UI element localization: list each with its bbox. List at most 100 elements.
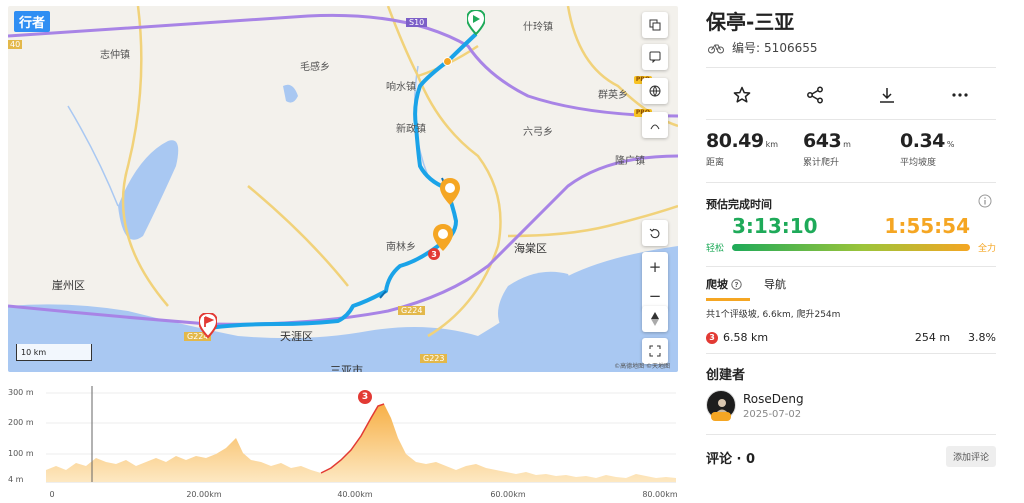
layers-button[interactable] [642,12,668,38]
fullscreen-icon [649,345,661,357]
climb-marker[interactable]: 3 [358,390,372,404]
map-copyright: ©高德地图 ©天地图 [614,363,670,370]
favorite-button[interactable] [729,82,755,108]
place-label: 什玲镇 [523,22,553,33]
tab-label: 爬坡 [706,278,728,291]
place-label: 六弓乡 [523,127,553,138]
divider [706,266,996,267]
route-id-row: 编号: 5106655 [708,39,818,56]
reset-icon [649,228,660,239]
creator-name[interactable]: RoseDeng [743,392,804,406]
zoom-out-button[interactable]: − [649,287,662,305]
waypoint-dot[interactable] [443,57,452,66]
divider [706,119,996,120]
place-label: 毛感乡 [300,62,330,73]
x-tick: 20.00km [186,490,222,499]
app-logo: 行者 [14,11,51,32]
place-label: 天涯区 [280,330,313,343]
feedback-button[interactable] [642,44,668,70]
hard-label: 全力 [977,244,996,254]
action-bar [706,82,996,108]
eta-easy: 3:13:10 [732,214,818,238]
tab-navigation[interactable]: 导航 [764,276,786,301]
creator-date: 2025-07-02 [743,409,802,420]
more-icon [952,93,968,97]
road-shield: 40 [8,40,23,49]
start-marker[interactable] [467,10,485,36]
effort-bar [732,244,970,251]
waypoint-marker[interactable] [440,178,460,206]
place-label: 隆广镇 [615,156,645,167]
stat-value: 643 [803,130,842,152]
place-label: 三亚市 [330,364,363,372]
compass-icon [651,312,659,326]
level-badge [711,412,731,421]
stat-avg-grade: 0.34% 平均坡度 [900,130,955,168]
route-map[interactable]: 志仲镇 毛感乡 响水镇 新政镇 什玲镇 群英乡 六弓乡 隆广镇 南林乡 海棠区 … [8,6,678,372]
help-icon[interactable]: ? [731,278,742,290]
more-button[interactable] [947,82,973,108]
eta-title: 预估完成时间 [706,198,772,211]
eta-hard: 1:55:54 [884,214,970,238]
place-label: 响水镇 [386,82,416,93]
route-detail-page: 志仲镇 毛感乡 响水镇 新政镇 什玲镇 群英乡 六弓乡 隆广镇 南林乡 海棠区 … [0,0,1024,503]
road-shield: S10 [406,18,428,27]
stat-unit: m [843,140,851,149]
stat-label: 累计爬升 [803,158,840,168]
compass-button[interactable] [642,306,668,332]
climb-summary: 共1个评级坡, 6.6km, 爬升254m [706,310,841,320]
star-icon [733,86,751,103]
download-icon [880,88,895,103]
share-icon [806,86,823,104]
tab-underline [706,298,750,299]
stat-label: 距离 [706,158,725,168]
terrain-button[interactable] [642,112,668,138]
place-label: 南林乡 [386,242,416,253]
divider [706,434,996,435]
climb-rank-badge: 3 [706,331,718,344]
place-label: 群英乡 [598,90,628,101]
place-label: 崖州区 [52,279,85,292]
place-label: 新政镇 [396,124,426,135]
climb-marker[interactable]: 3 [428,248,440,260]
info-icon[interactable] [978,194,992,208]
x-tick: 80.00km [642,490,678,499]
globe-button[interactable] [642,78,668,104]
route-title: 保亭-三亚 [706,10,795,34]
zoom-control: + − [642,252,668,310]
reset-button[interactable] [642,220,668,246]
route-line [207,32,478,330]
climb-row[interactable]: 3 6.58 km 254 m 3.8% [706,331,996,344]
finish-marker[interactable] [199,313,217,339]
svg-text:?: ? [734,281,738,289]
bike-icon [708,44,724,53]
place-label: 志仲镇 [100,50,130,61]
y-tick: 200 m [8,418,34,427]
route-info-panel: 保亭-三亚 编号: 5106655 80.49 km 距离 643 m 累计爬升… [706,0,996,503]
stat-unit: km [765,140,779,149]
layers-icon [649,19,661,31]
elevation-chart[interactable]: 300 m 200 m 100 m 4 m 3 0 20.00km 40.00k… [8,378,678,500]
x-tick: 40.00km [337,490,373,499]
y-tick: 100 m [8,449,34,458]
download-button[interactable] [874,82,900,108]
divider [706,353,996,354]
road-shield: G224 [398,306,426,315]
add-comment-button[interactable]: 添加评论 [945,446,996,467]
map-scale: 10 km [16,344,92,361]
easy-label: 轻松 [706,244,725,254]
climb-grade: 3.8% [968,331,996,344]
stat-distance: 80.49 km 距离 [706,130,778,168]
globe-icon [649,85,661,97]
place-label: 海棠区 [514,242,547,255]
creator-title: 创建者 [706,368,746,383]
stat-value: 80.49 [706,130,764,152]
y-tick: 300 m [8,388,34,397]
stat-label: 平均坡度 [900,158,937,168]
stat-elevation-gain: 643 m 累计爬升 [803,130,851,168]
zoom-in-button[interactable]: + [649,258,662,276]
climb-gain: 254 m [914,331,951,344]
share-button[interactable] [802,82,828,108]
route-id-value: 5106655 [764,40,818,55]
y-tick: 4 m [8,475,24,484]
